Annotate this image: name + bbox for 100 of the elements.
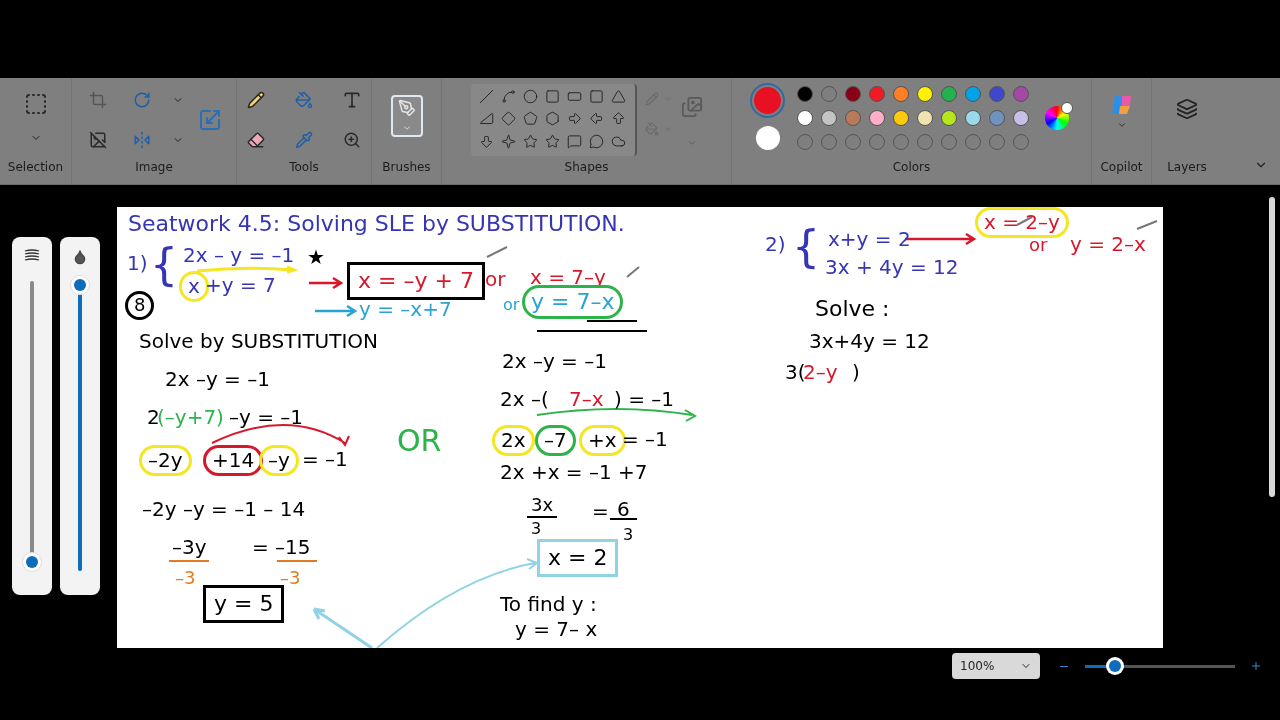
handwritten-text: 2x –y = –1 <box>165 367 270 392</box>
triangle-icon[interactable] <box>610 88 627 104</box>
color-swatch[interactable] <box>1013 86 1029 102</box>
color-swatch[interactable] <box>941 110 957 126</box>
group-label: Layers <box>1167 159 1207 176</box>
color-swatch[interactable] <box>893 86 909 102</box>
caret-icon[interactable] <box>1116 120 1127 130</box>
slider-thumb[interactable] <box>22 552 42 573</box>
handwritten-text: or <box>1029 234 1048 257</box>
line-icon[interactable] <box>478 88 495 104</box>
color-swatch[interactable] <box>917 110 933 126</box>
star-icon[interactable] <box>522 133 539 150</box>
rectangular-callout-icon[interactable] <box>566 133 583 150</box>
color-swatch[interactable] <box>821 86 837 102</box>
handwritten-text: or <box>485 267 506 292</box>
color-swatch[interactable] <box>965 86 981 102</box>
handwritten-text: x = –y + 7 <box>358 267 474 295</box>
group-label: Colors <box>892 159 931 176</box>
oval-callout-icon[interactable] <box>588 133 605 150</box>
up-arrow-icon[interactable] <box>610 110 627 127</box>
handwritten-text: = –15 <box>252 535 311 560</box>
brush-size-icon <box>24 249 40 261</box>
handwritten-text: 2x –( <box>500 387 549 412</box>
color-swatch[interactable] <box>797 110 813 126</box>
brushes-button[interactable] <box>390 95 423 137</box>
oval-icon[interactable] <box>522 88 539 104</box>
down-arrow-icon[interactable] <box>478 133 495 150</box>
zoom-in-icon[interactable] <box>1252 662 1260 670</box>
handwritten-text: OR <box>397 422 442 460</box>
handwritten-text: To find y : <box>500 592 597 617</box>
arrow <box>313 304 358 318</box>
handwritten-text: –2y <box>148 448 183 473</box>
left-arrow-icon[interactable] <box>588 110 605 127</box>
color-swatch[interactable] <box>1013 110 1029 126</box>
handwritten-text: –3 <box>280 567 301 590</box>
copilot-icon[interactable] <box>1109 94 1134 116</box>
handwritten-text: –y <box>268 448 290 473</box>
handwritten-text: x <box>188 274 200 299</box>
color-swatch[interactable] <box>917 86 933 102</box>
handwritten-text: –y = –1 <box>229 405 304 430</box>
right-triangle-icon[interactable] <box>478 110 495 127</box>
zoom-dropdown[interactable]: 100% <box>952 653 1040 679</box>
handwritten-text: 2x –y = –1 <box>502 349 607 374</box>
handwritten-text: 3x <box>531 494 554 517</box>
secondary-color-swatch[interactable] <box>755 125 780 150</box>
brush-icon <box>397 99 416 117</box>
group-label: Shapes <box>564 159 609 176</box>
rectangle-icon[interactable] <box>544 88 561 104</box>
handwritten-text: { <box>792 220 820 274</box>
opacity-icon <box>72 249 88 265</box>
cloud-callout-icon[interactable] <box>610 133 627 150</box>
handwritten-text: y = 7–x <box>531 288 615 316</box>
handwritten-text: –2y –y = –1 – 14 <box>142 497 306 522</box>
right-arrow-icon[interactable] <box>566 110 583 127</box>
handwritten-text: x = 2–y <box>984 210 1060 235</box>
handwritten-text: Seatwork 4.5: Solving SLE by SUBSTITUTION. <box>128 210 625 238</box>
handwritten-text: 6 <box>617 497 630 522</box>
four-point-star-icon[interactable] <box>500 133 517 150</box>
slider-thumb[interactable] <box>70 275 90 295</box>
color-swatch[interactable] <box>869 110 885 126</box>
zoom-slider-thumb[interactable] <box>1106 657 1124 675</box>
color-swatch[interactable] <box>869 86 885 102</box>
color-swatch[interactable] <box>989 86 1005 102</box>
diamond-icon[interactable] <box>500 110 517 127</box>
drawing-canvas[interactable] <box>117 207 1163 648</box>
curve-icon[interactable] <box>500 88 517 104</box>
color-swatch[interactable] <box>821 110 837 126</box>
handwritten-text: { <box>150 238 178 292</box>
color-swatch[interactable] <box>989 110 1005 126</box>
handwritten-text: –7 <box>544 428 567 453</box>
group-label: Tools <box>289 159 319 176</box>
handwritten-text: y = 7– x <box>515 617 598 642</box>
caret-icon <box>401 123 412 133</box>
handwritten-text: 2x <box>501 428 526 453</box>
handwritten-text: 8 <box>134 294 146 317</box>
pentagon-icon[interactable] <box>522 110 539 127</box>
handwritten-text: 2) <box>765 232 786 257</box>
handwritten-text: –3 <box>175 567 196 590</box>
handwritten-text: 3x + 4y = 12 <box>825 255 959 280</box>
arrow <box>312 607 374 648</box>
handwritten-text: 2x – y = –1 <box>183 243 295 268</box>
color-swatch[interactable] <box>845 86 861 102</box>
handwritten-text: Solve by SUBSTITUTION <box>139 329 379 354</box>
color-swatch[interactable] <box>797 86 813 102</box>
layers-icon[interactable] <box>1176 98 1198 120</box>
color-swatch[interactable] <box>941 86 957 102</box>
handwritten-text: 7–x <box>569 387 604 412</box>
group-label: Brushes <box>382 159 431 176</box>
handwritten-text: +14 <box>212 448 255 473</box>
handwritten-text: –3y <box>172 535 207 560</box>
handwritten-text: 2x +x = –1 +7 <box>500 460 648 485</box>
color-swatch[interactable] <box>893 110 909 126</box>
handwritten-text: y = –x+7 <box>359 297 452 322</box>
handwritten-text: 3 <box>531 519 542 539</box>
hexagon-icon[interactable] <box>544 110 561 127</box>
handwritten-text: 1) <box>127 251 148 276</box>
color-swatch[interactable] <box>845 110 861 126</box>
handwritten-text: y = 5 <box>214 590 274 618</box>
color-swatch[interactable] <box>965 110 981 126</box>
size-icon[interactable] <box>680 96 703 118</box>
